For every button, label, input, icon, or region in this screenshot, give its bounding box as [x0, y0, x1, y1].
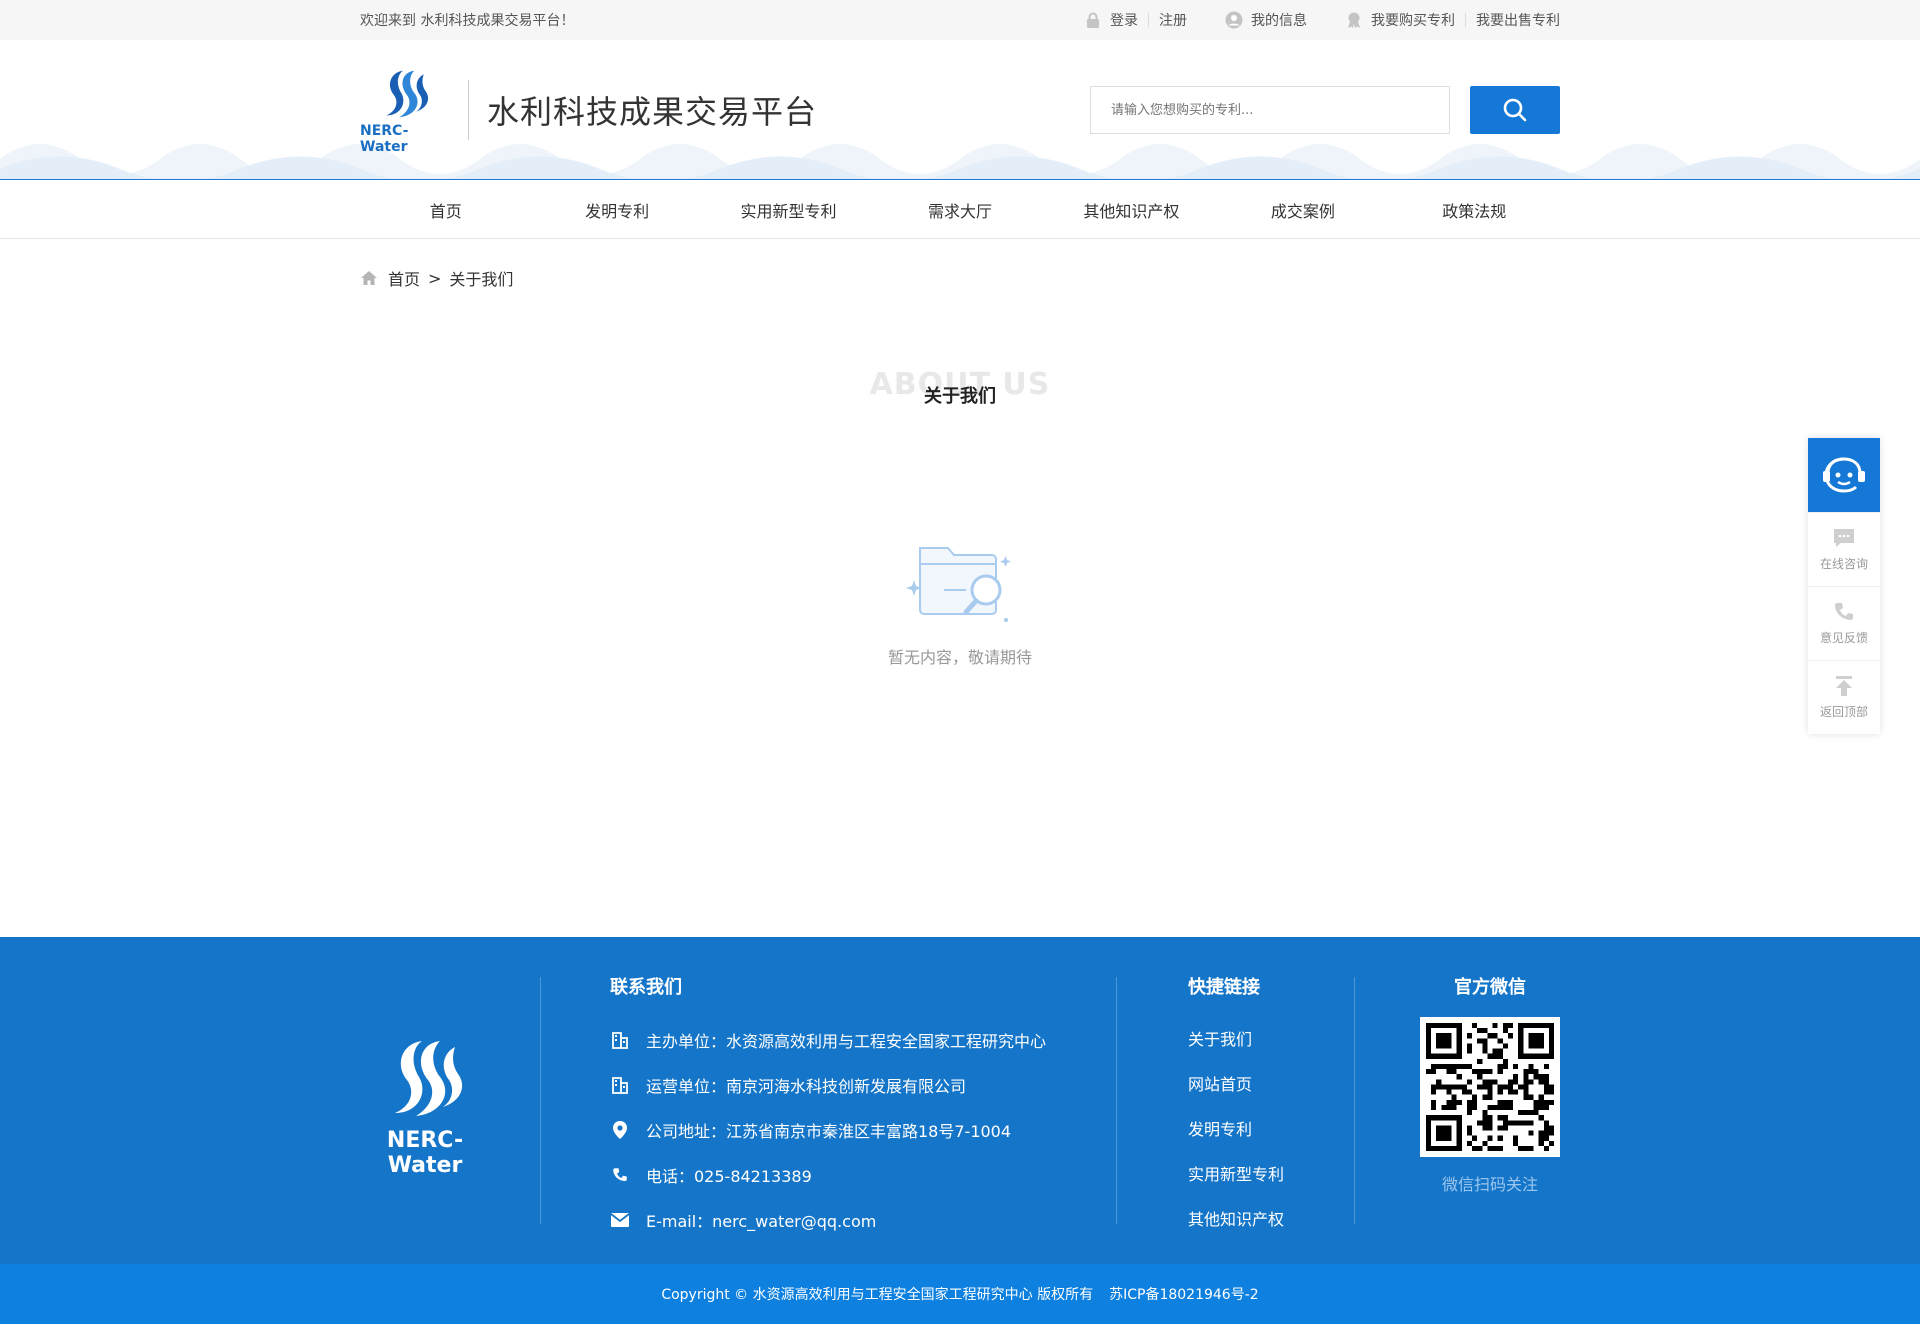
- qr-code-icon: [1426, 1023, 1554, 1151]
- section-title-zh: 关于我们: [924, 386, 996, 407]
- breadcrumb-separator: >: [428, 268, 442, 288]
- nav-item-policy[interactable]: 政策法规: [1389, 198, 1560, 222]
- back-to-top-button[interactable]: 返回顶部: [1808, 660, 1880, 734]
- home-icon: [361, 271, 377, 285]
- nav-item-other-ip[interactable]: 其他知识产权: [1046, 198, 1217, 222]
- feedback-label: 意见反馈: [1819, 631, 1868, 645]
- divider: [1354, 977, 1355, 1224]
- building-icon: [612, 1076, 628, 1094]
- copyright-text: Copyright © 水资源高效利用与工程安全国家工程研究中心 版权所有: [661, 1287, 1094, 1303]
- patent-badge-icon: [1348, 12, 1360, 28]
- back-to-top-label: 返回顶部: [1819, 705, 1868, 719]
- divider: [1116, 977, 1117, 1224]
- contact-row: 公司地址：江苏省南京市秦淮区丰富路18号7-1004: [610, 1107, 1046, 1152]
- buy-patent-link[interactable]: 我要购买专利: [1371, 10, 1455, 30]
- nerc-water-logo-icon: [395, 1041, 463, 1116]
- wechat-caption: 微信扫码关注: [1441, 1175, 1538, 1194]
- customer-service-button[interactable]: [1808, 438, 1880, 512]
- nav-item-home[interactable]: 首页: [360, 198, 531, 222]
- contact-host: 主办单位：水资源高效利用与工程安全国家工程研究中心: [646, 1031, 1047, 1051]
- welcome-text: 欢迎来到 水利科技成果交易平台！: [360, 13, 575, 29]
- nav-item-cases[interactable]: 成交案例: [1217, 198, 1388, 222]
- site-title: 水利科技成果交易平台: [487, 93, 818, 131]
- search-button[interactable]: [1470, 86, 1560, 134]
- feedback-button[interactable]: 意见反馈: [1808, 586, 1880, 660]
- phone-icon: [1835, 603, 1853, 620]
- wechat-heading: 官方微信: [1454, 977, 1526, 998]
- nav-item-demand-hall[interactable]: 需求大厅: [874, 198, 1045, 222]
- footer-logo-text: NERC-Water: [386, 1128, 464, 1178]
- contact-operator: 运营单位：南京河海水科技创新发展有限公司: [646, 1076, 967, 1096]
- mail-icon: [610, 1212, 630, 1227]
- sell-patent-link[interactable]: 我要出售专利: [1476, 10, 1560, 30]
- footer-link-other-ip[interactable]: 其他知识产权: [1188, 1197, 1284, 1242]
- search-bar: [1090, 86, 1560, 134]
- divider: [468, 80, 469, 140]
- quick-links-heading: 快捷链接: [1188, 977, 1260, 998]
- my-info-link[interactable]: 我的信息: [1251, 10, 1307, 30]
- breadcrumb: 首页 > 关于我们: [0, 239, 1920, 317]
- breadcrumb-current: 关于我们: [449, 270, 514, 289]
- footer-logo: NERC-Water: [360, 1032, 490, 1178]
- lock-icon: [1087, 12, 1099, 28]
- divider: [1465, 13, 1466, 27]
- contact-row: 主办单位：水资源高效利用与工程安全国家工程研究中心: [610, 1017, 1046, 1062]
- empty-state: 暂无内容，敬请期待: [0, 530, 1920, 668]
- footer-contact: 联系我们 主办单位：水资源高效利用与工程安全国家工程研究中心 运营单位：南京河海…: [610, 973, 1046, 1242]
- section-title: ABOUT US 关于我们: [0, 317, 1920, 427]
- site-header: NERC-Water 水利科技成果交易平台: [0, 40, 1920, 180]
- nav-item-invention-patent[interactable]: 发明专利: [531, 198, 702, 222]
- location-pin-icon: [613, 1120, 627, 1139]
- footer-link-about[interactable]: 关于我们: [1188, 1017, 1284, 1062]
- breadcrumb-home[interactable]: 首页: [388, 266, 420, 290]
- main-nav: 首页 发明专利 实用新型专利 需求大厅 其他知识产权 成交案例 政策法规: [0, 180, 1920, 239]
- site-logo[interactable]: NERC-Water: [360, 65, 450, 155]
- search-icon: [1503, 98, 1527, 122]
- copyright-bar: Copyright © 水资源高效利用与工程安全国家工程研究中心 版权所有 苏I…: [0, 1264, 1920, 1324]
- contact-heading: 联系我们: [610, 977, 682, 998]
- footer-wechat: 官方微信 微信扫码关注: [1420, 973, 1560, 1195]
- footer: NERC-Water 联系我们 主办单位：水资源高效利用与工程安全国家工程研究中…: [0, 937, 1920, 1264]
- login-link[interactable]: 登录: [1110, 10, 1138, 30]
- empty-folder-icon: [906, 547, 1011, 622]
- icp-number[interactable]: 苏ICP备18021946号-2: [1109, 1284, 1259, 1304]
- user-icon: [1225, 11, 1243, 29]
- contact-address: 公司地址：江苏省南京市秦淮区丰富路18号7-1004: [646, 1121, 1012, 1141]
- nerc-water-logo-icon: [386, 70, 429, 118]
- contact-email[interactable]: E-mail：nerc_water@qq.com: [646, 1208, 876, 1232]
- contact-row: 电话：025-84213389: [610, 1152, 1046, 1197]
- building-icon: [612, 1031, 628, 1049]
- empty-state-text: 暂无内容，敬请期待: [887, 648, 1032, 667]
- side-float-panel: 在线咨询 意见反馈 返回顶部: [1808, 438, 1880, 734]
- search-input[interactable]: [1090, 86, 1450, 134]
- chat-bubble-icon: [1834, 529, 1854, 547]
- arrow-up-icon: [1836, 676, 1852, 696]
- customer-service-icon: [1823, 457, 1865, 493]
- online-consult-label: 在线咨询: [1819, 557, 1868, 571]
- divider: [1148, 13, 1149, 27]
- divider: [540, 977, 541, 1224]
- contact-row: E-mail：nerc_water@qq.com: [610, 1197, 1046, 1242]
- footer-link-invention[interactable]: 发明专利: [1188, 1107, 1284, 1152]
- register-link[interactable]: 注册: [1159, 10, 1187, 30]
- nav-item-utility-patent[interactable]: 实用新型专利: [703, 198, 874, 222]
- contact-phone: 电话：025-84213389: [646, 1166, 812, 1186]
- logo-text: NERC-Water: [360, 123, 409, 155]
- phone-icon: [613, 1167, 627, 1181]
- footer-link-utility[interactable]: 实用新型专利: [1188, 1152, 1284, 1197]
- contact-row: 运营单位：南京河海水科技创新发展有限公司: [610, 1062, 1046, 1107]
- top-bar: 欢迎来到 水利科技成果交易平台！ 登录 注册 我的信息 我要购买专利 我要出售专…: [0, 0, 1920, 40]
- online-consult-button[interactable]: 在线咨询: [1808, 512, 1880, 586]
- footer-link-home[interactable]: 网站首页: [1188, 1062, 1284, 1107]
- footer-quick-links: 快捷链接 关于我们 网站首页 发明专利 实用新型专利 其他知识产权: [1188, 973, 1284, 1242]
- wechat-qr-code: [1420, 1017, 1560, 1157]
